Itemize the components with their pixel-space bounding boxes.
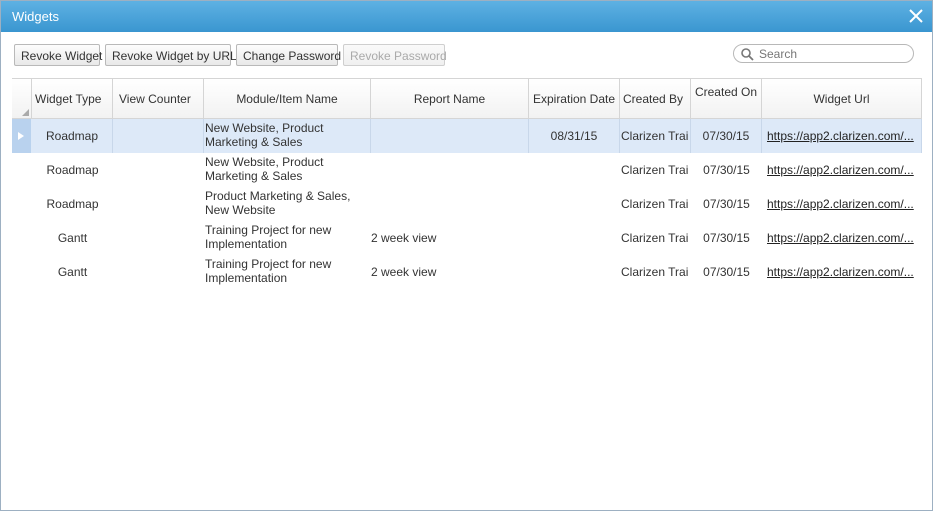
sort-corner-icon <box>22 109 29 116</box>
column-header-report-name[interactable]: Report Name <box>371 79 529 118</box>
cell-view-counter <box>113 153 204 187</box>
cell-created-on: 07/30/15 <box>691 119 762 153</box>
cell-created-on: 07/30/15 <box>703 231 750 245</box>
cell-widget-type: Gantt <box>57 265 88 279</box>
cell-expiration-date: 08/31/15 <box>529 119 620 153</box>
cell-widget-url: https://app2.clarizen.com/... <box>762 119 922 153</box>
table-header: Widget Type View Counter Module/Item Nam… <box>12 78 922 119</box>
cell-report-name <box>371 187 529 221</box>
table-row[interactable]: Gantt Training Project for new Implement… <box>12 255 922 289</box>
titlebar: Widgets <box>1 1 932 32</box>
cell-report-name <box>371 119 529 153</box>
cell-widget-type: Roadmap <box>46 197 99 211</box>
cell-widget-url: https://app2.clarizen.com/... <box>762 187 922 221</box>
cell-expiration-date <box>529 187 620 221</box>
row-selector[interactable] <box>12 255 31 289</box>
cell-expiration-date <box>529 153 620 187</box>
column-header-created-by[interactable]: Created By <box>620 79 691 118</box>
row-selector[interactable] <box>12 119 31 153</box>
cell-created-on: 07/30/15 <box>703 163 750 177</box>
cell-module-item-name: New Website, Product Marketing & Sales <box>204 119 371 153</box>
triangle-right-icon <box>18 132 24 140</box>
cell-expiration-date <box>529 255 620 289</box>
widget-url-link[interactable]: https://app2.clarizen.com/... <box>767 231 922 245</box>
column-header-module-item-name[interactable]: Module/Item Name <box>204 79 371 118</box>
cell-created-by: Clarizen Trai <box>621 265 689 279</box>
table-row[interactable]: Roadmap New Website, Product Marketing &… <box>12 119 922 153</box>
cell-module-item-name: Product Marketing & Sales, New Website <box>205 189 351 217</box>
widget-url-link[interactable]: https://app2.clarizen.com/... <box>767 265 922 279</box>
revoke-widget-by-url-button[interactable]: Revoke Widget by URL <box>105 44 237 66</box>
row-selector[interactable] <box>12 153 31 187</box>
cell-module-item-name: Training Project for new Implementation <box>205 223 332 251</box>
cell-created-by: Clarizen Trai <box>620 119 691 153</box>
search-input[interactable] <box>759 46 909 61</box>
cell-created-by: Clarizen Trai <box>621 231 689 245</box>
widget-url-link[interactable]: https://app2.clarizen.com/... <box>767 197 922 211</box>
cell-view-counter <box>113 119 204 153</box>
cell-widget-url: https://app2.clarizen.com/... <box>762 221 922 255</box>
column-header-view-counter[interactable]: View Counter <box>113 79 204 118</box>
widget-url-link[interactable]: https://app2.clarizen.com/... <box>767 129 921 143</box>
cell-widget-url: https://app2.clarizen.com/... <box>762 153 922 187</box>
column-header-expiration-date[interactable]: Expiration Date <box>529 79 620 118</box>
cell-report-name: 2 week view <box>371 265 437 279</box>
revoke-widget-button[interactable]: Revoke Widget <box>14 44 102 66</box>
cell-widget-type: Roadmap <box>32 119 113 153</box>
cell-module-item-name: New Website, Product Marketing & Sales <box>205 155 324 183</box>
close-icon[interactable] <box>907 7 925 25</box>
column-header-widget-type[interactable]: Widget Type <box>32 79 113 118</box>
table-row[interactable]: Roadmap New Website, Product Marketing &… <box>12 153 922 187</box>
change-password-button[interactable]: Change Password <box>236 44 341 66</box>
search-box[interactable] <box>733 44 914 63</box>
table-row[interactable]: Roadmap Product Marketing & Sales, New W… <box>12 187 922 221</box>
row-selector[interactable] <box>12 221 31 255</box>
cell-expiration-date <box>529 221 620 255</box>
cell-widget-type: Roadmap <box>46 163 99 177</box>
cell-view-counter <box>113 255 204 289</box>
cell-report-name: 2 week view <box>371 231 437 245</box>
revoke-password-button[interactable]: Revoke Password <box>343 44 447 66</box>
column-header-created-on[interactable]: Created On <box>691 79 762 118</box>
cell-created-by: Clarizen Trai <box>621 163 689 177</box>
cell-report-name <box>371 153 529 187</box>
column-header-widget-url[interactable]: Widget Url <box>762 79 922 118</box>
cell-created-by: Clarizen Trai <box>621 197 689 211</box>
widget-url-link[interactable]: https://app2.clarizen.com/... <box>767 163 922 177</box>
widgets-dialog: Widgets Revoke Widget Revoke Widget by U… <box>0 0 933 511</box>
cell-created-on: 07/30/15 <box>703 265 750 279</box>
search-icon <box>740 47 754 61</box>
cell-view-counter <box>113 187 204 221</box>
cell-widget-url: https://app2.clarizen.com/... <box>762 255 922 289</box>
table-row[interactable]: Gantt Training Project for new Implement… <box>12 221 922 255</box>
cell-widget-type: Gantt <box>57 231 88 245</box>
cell-module-item-name: Training Project for new Implementation <box>205 257 332 285</box>
row-selector[interactable] <box>12 187 31 221</box>
cell-created-on: 07/30/15 <box>703 197 750 211</box>
dialog-title: Widgets <box>12 9 59 24</box>
column-selector-header <box>12 79 32 118</box>
cell-view-counter <box>113 221 204 255</box>
